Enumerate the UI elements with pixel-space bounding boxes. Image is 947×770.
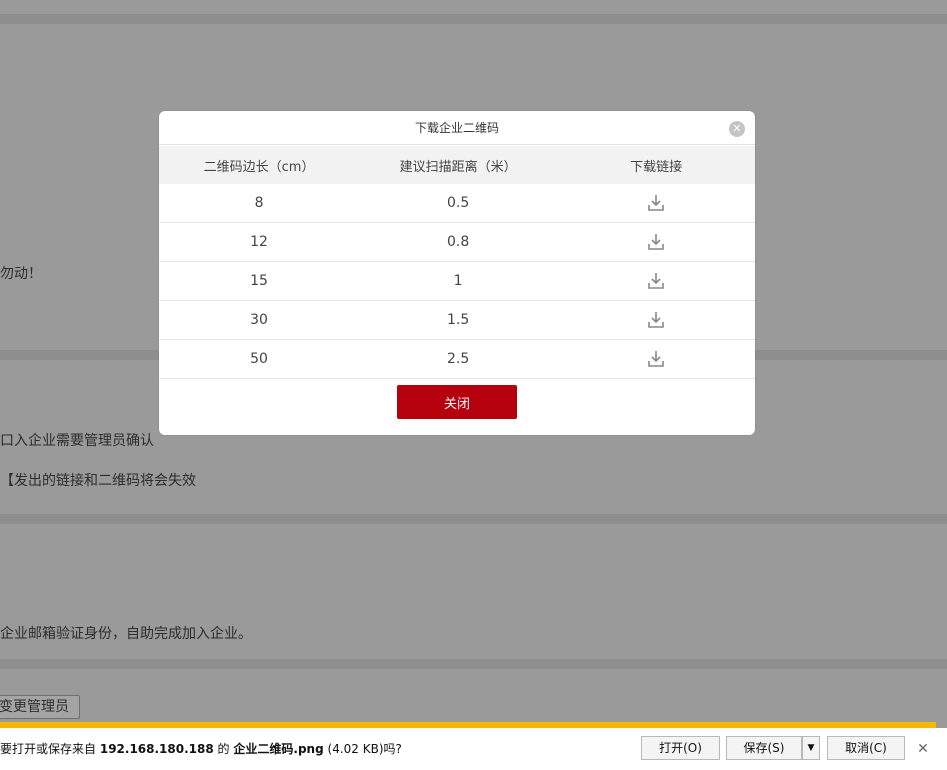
size-cell: 15 <box>159 261 360 301</box>
distance-cell: 0.8 <box>359 222 558 262</box>
close-icon[interactable]: ✕ <box>916 740 930 758</box>
download-cell <box>557 300 755 340</box>
qr-download-modal: 下载企业二维码 ✕ 二维码边长（cm） 建议扫描距离（米） 下载链接 8 0.5 1… <box>159 111 755 435</box>
confirm-text: 口入企业需要管理员确认 <box>0 433 154 449</box>
header-download: 下载链接 <box>557 146 755 184</box>
open-button[interactable]: 打开(O) <box>641 736 720 760</box>
invalid-text: 【发出的链接和二维码将会失效 <box>0 473 196 489</box>
triangle-down-icon[interactable]: ▼ <box>802 736 820 760</box>
download-cell <box>557 261 755 301</box>
download-cell <box>557 184 755 223</box>
download-host: 192.168.180.188 <box>99 742 214 756</box>
save-button[interactable]: 保存(S) <box>726 736 802 760</box>
download-cell <box>557 222 755 262</box>
size-cell: 8 <box>159 184 360 223</box>
distance-cell: 2.5 <box>359 339 558 379</box>
header-size: 二维码边长（cm） <box>159 146 360 184</box>
size-cell: 12 <box>159 222 360 262</box>
section-divider <box>0 514 947 524</box>
section-divider <box>0 14 947 24</box>
download-icon[interactable] <box>647 233 665 251</box>
table-header-row: 二维码边长（cm） 建议扫描距离（米） 下载链接 <box>159 146 755 184</box>
table-row: 50 2.5 <box>159 339 755 379</box>
distance-cell: 1 <box>359 261 558 301</box>
cancel-button[interactable]: 取消(C) <box>827 736 905 760</box>
download-bar: 要打开或保存来自 192.168.180.188 的 企业二维码.png (4.… <box>0 722 947 770</box>
table-row: 15 1 <box>159 261 755 301</box>
change-admin-button[interactable]: 变更管理员 <box>0 695 80 719</box>
modal-title: 下载企业二维码 <box>414 121 499 135</box>
modal-header: 下载企业二维码 <box>159 111 755 145</box>
size-cell: 50 <box>159 339 360 379</box>
download-icon[interactable] <box>647 311 665 329</box>
download-cell <box>557 339 755 379</box>
download-icon[interactable] <box>647 194 665 212</box>
close-button[interactable]: 关闭 <box>397 385 517 419</box>
table-row: 8 0.5 <box>159 184 755 223</box>
table-row: 12 0.8 <box>159 222 755 262</box>
email-text: 企业邮箱验证身份，自助完成加入企业。 <box>0 626 252 642</box>
distance-cell: 1.5 <box>359 300 558 340</box>
size-cell: 30 <box>159 300 360 340</box>
qr-table: 二维码边长（cm） 建议扫描距离（米） 下载链接 8 0.5 12 0.8 15 1 30 1… <box>159 146 755 379</box>
distance-cell: 0.5 <box>359 184 558 223</box>
header-distance: 建议扫描距离（米） <box>359 146 558 184</box>
download-icon[interactable] <box>647 350 665 368</box>
download-filename: 企业二维码.png <box>233 742 324 756</box>
close-circle-icon[interactable]: ✕ <box>729 121 745 137</box>
download-message: 要打开或保存来自 192.168.180.188 的 企业二维码.png (4.… <box>0 742 402 756</box>
notice-text: 勿动！ <box>0 266 42 282</box>
download-icon[interactable] <box>647 272 665 290</box>
download-size: (4.02 KB) <box>327 742 384 756</box>
section-divider <box>0 659 947 669</box>
table-row: 30 1.5 <box>159 300 755 340</box>
